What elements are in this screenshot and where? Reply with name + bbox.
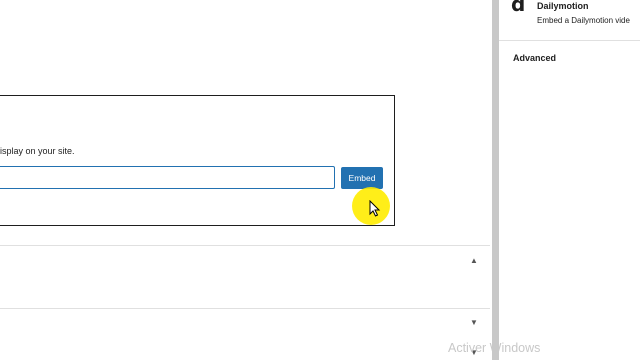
panel-divider — [0, 245, 490, 246]
sidebar-divider — [492, 0, 499, 360]
block-title: Dailymotion — [537, 1, 589, 11]
chevron-down-icon[interactable]: ▼ — [470, 318, 478, 327]
panel-divider — [0, 308, 490, 309]
settings-sidebar: d Dailymotion Embed a Dailymotion vide A… — [499, 0, 640, 360]
dailymotion-icon: d — [511, 0, 526, 16]
embed-url-input[interactable] — [0, 166, 335, 189]
embed-instructions: isplay on your site. — [0, 146, 75, 156]
advanced-panel-toggle[interactable]: Advanced — [513, 53, 556, 63]
embed-placeholder-card — [0, 95, 395, 226]
mouse-pointer-icon — [369, 200, 381, 217]
block-description: Embed a Dailymotion vide — [537, 16, 630, 25]
sidebar-divider-line — [499, 40, 640, 41]
embed-button[interactable]: Embed — [341, 167, 383, 189]
chevron-up-icon[interactable]: ▲ — [470, 256, 478, 265]
editor-canvas: isplay on your site. Embed ▲ ▼ ▼ — [0, 0, 492, 360]
windows-activation-watermark: Activer Windows — [448, 341, 541, 355]
